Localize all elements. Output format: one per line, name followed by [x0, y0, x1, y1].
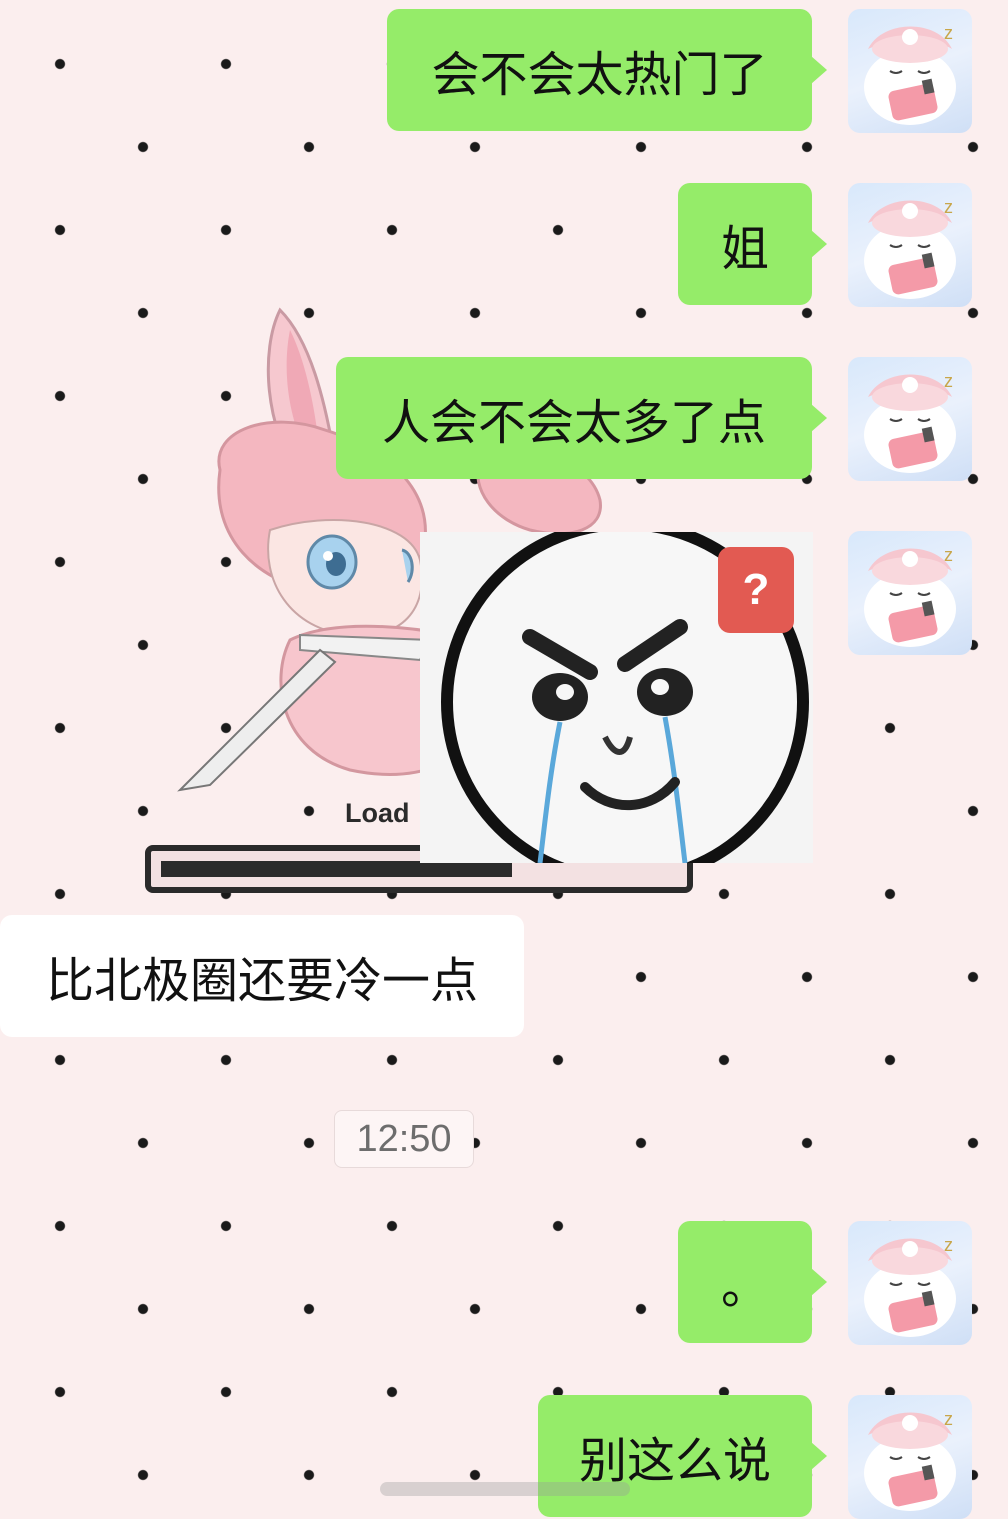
- incoming-message-bubble[interactable]: 比北极圈还要冷一点: [0, 915, 524, 1037]
- svg-text:z: z: [944, 23, 953, 43]
- svg-text:z: z: [944, 371, 953, 391]
- user-avatar[interactable]: z: [848, 531, 972, 655]
- user-avatar[interactable]: z: [848, 357, 972, 481]
- outgoing-message-bubble[interactable]: 。: [678, 1221, 827, 1343]
- sleeping-bunny-avatar-icon: z: [864, 545, 956, 647]
- svg-text:z: z: [944, 1235, 953, 1255]
- outgoing-message-bubble[interactable]: 人会不会太多了点: [336, 357, 827, 479]
- timestamp: 12:50: [334, 1110, 474, 1168]
- sleeping-bunny-avatar-icon: z: [864, 1235, 956, 1337]
- sleeping-bunny-avatar-icon: z: [864, 197, 956, 299]
- user-avatar[interactable]: z: [848, 183, 972, 307]
- crying-angry-face-sticker[interactable]: ?: [420, 532, 813, 863]
- svg-text:z: z: [944, 545, 953, 565]
- svg-text:z: z: [944, 1409, 953, 1429]
- user-avatar[interactable]: z: [848, 1395, 972, 1519]
- sleeping-bunny-avatar-icon: z: [864, 371, 956, 473]
- wallpaper-loading-text: Load: [345, 798, 410, 828]
- sleeping-bunny-avatar-icon: z: [864, 23, 956, 125]
- user-avatar[interactable]: z: [848, 9, 972, 133]
- sleeping-bunny-avatar-icon: z: [864, 1409, 956, 1511]
- wallpaper-loading-bar-fill: [161, 861, 512, 877]
- outgoing-message-bubble[interactable]: 姐: [678, 183, 827, 305]
- svg-text:z: z: [944, 197, 953, 217]
- question-badge-icon: ?: [718, 547, 794, 633]
- user-avatar[interactable]: z: [848, 1221, 972, 1345]
- outgoing-message-bubble[interactable]: 会不会太热门了: [387, 9, 827, 131]
- watermark-icon: [380, 1482, 630, 1496]
